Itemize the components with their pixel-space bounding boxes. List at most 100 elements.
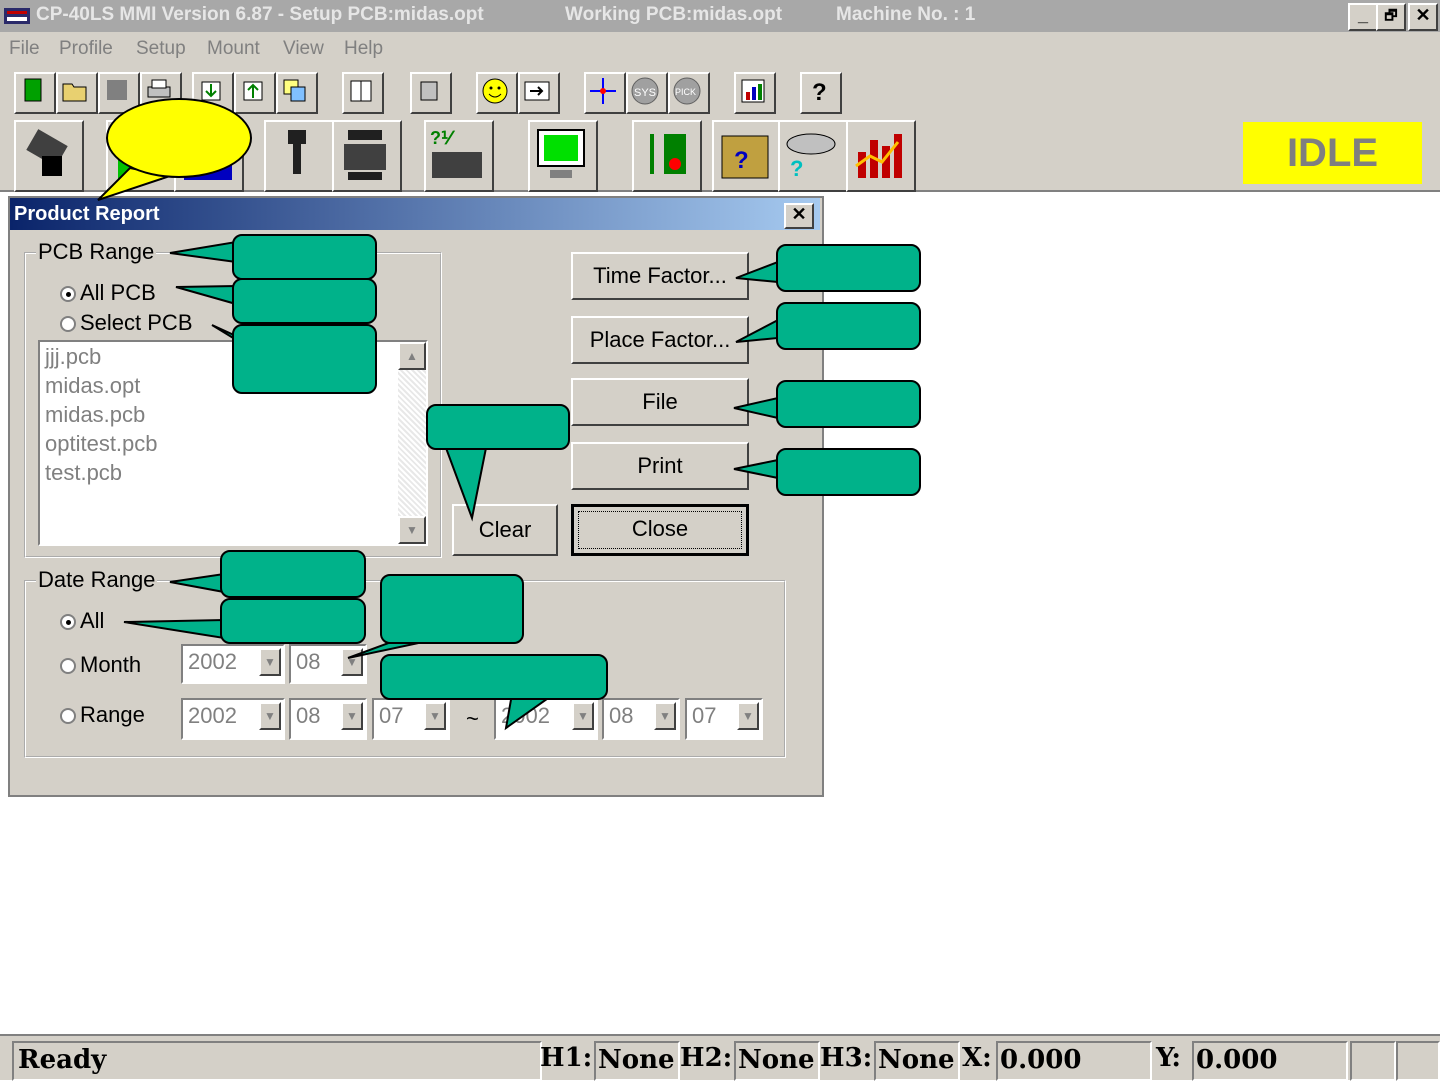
dialog-close-icon[interactable]: ✕ <box>784 203 814 229</box>
window-close-button[interactable]: ✕ <box>1408 3 1438 31</box>
list-item[interactable]: midas.opt <box>45 373 140 399</box>
dropdown-arrow-icon[interactable]: ▼ <box>424 702 446 730</box>
chart-report-icon <box>741 79 765 103</box>
h3-value: None <box>874 1041 960 1081</box>
date-all-label: All <box>80 608 105 633</box>
range-to-day-select[interactable]: 07 ▼ <box>685 698 763 740</box>
parts-library-button[interactable]: ? <box>712 120 782 192</box>
h2-label: H2: <box>680 1043 733 1073</box>
dropdown-arrow-icon[interactable]: ▼ <box>572 702 594 730</box>
title-bar: CP-40LS MMI Version 6.87 - Setup PCB:mid… <box>0 0 1440 32</box>
origin-button[interactable] <box>584 72 626 114</box>
open-file-button[interactable] <box>56 72 98 114</box>
feeder-query-button[interactable]: ? <box>778 120 848 192</box>
radio-checked-icon <box>60 614 76 631</box>
upload-button[interactable] <box>234 72 276 114</box>
range-to-year-value: 2002 <box>501 703 550 728</box>
menu-profile[interactable]: Profile <box>59 38 113 60</box>
range-from-month-select[interactable]: 08 ▼ <box>289 698 367 740</box>
dropdown-arrow-icon[interactable]: ▼ <box>341 702 363 730</box>
dropdown-arrow-icon[interactable]: ▼ <box>341 648 363 676</box>
list-scrollbar[interactable]: ▲ ▼ <box>398 342 426 544</box>
all-pcb-radio[interactable]: All PCB <box>60 280 156 306</box>
dropdown-arrow-icon[interactable]: ▼ <box>259 702 281 730</box>
menu-setup[interactable]: Setup <box>136 38 186 60</box>
callout-select-pcb <box>232 324 377 394</box>
close-button[interactable]: Close <box>571 504 749 556</box>
scroll-up-icon[interactable]: ▲ <box>398 342 426 370</box>
open-folder-icon <box>62 83 87 102</box>
select-pcb-radio[interactable]: Select PCB <box>60 310 193 336</box>
statistics-button[interactable] <box>846 120 916 192</box>
clear-button[interactable]: Clear <box>452 504 558 556</box>
component-button[interactable] <box>14 120 84 192</box>
range-to-month-select[interactable]: 08 ▼ <box>602 698 680 740</box>
smiley-button[interactable] <box>476 72 518 114</box>
print-button[interactable]: Print <box>571 442 749 490</box>
sys-icon: SYS <box>631 77 659 105</box>
h3-label: H3: <box>820 1043 873 1073</box>
minimize-button[interactable]: _ <box>1348 3 1378 31</box>
svg-text:?: ? <box>734 147 749 174</box>
file-button[interactable]: File <box>571 378 749 426</box>
monitor-button[interactable] <box>528 120 598 192</box>
menu-view[interactable]: View <box>283 38 324 60</box>
month-year-select[interactable]: 2002 ▼ <box>181 644 285 684</box>
range-from-year-select[interactable]: 2002 ▼ <box>181 698 285 740</box>
range-from-day-select[interactable]: 07 ▼ <box>372 698 450 740</box>
date-all-radio[interactable]: All <box>60 608 104 634</box>
date-range-label: Date Range <box>36 567 158 593</box>
place-factor-button[interactable]: Place Factor... <box>571 316 749 364</box>
report-button[interactable] <box>734 72 776 114</box>
h1-label: H1: <box>540 1043 593 1073</box>
range-to-year-select[interactable]: 2002 ▼ <box>494 698 598 740</box>
crosshair-icon <box>590 78 616 104</box>
radio-unchecked-icon <box>60 316 76 333</box>
list-item[interactable]: test.pcb <box>45 460 122 486</box>
menu-file[interactable]: File <box>9 38 40 60</box>
list-item[interactable]: jjj.pcb <box>45 344 101 370</box>
status-text: Ready <box>12 1041 542 1081</box>
pick-icon: PICK <box>673 77 701 105</box>
copy-button[interactable] <box>276 72 318 114</box>
tool-button[interactable] <box>410 72 452 114</box>
range-separator: ~ <box>466 706 479 731</box>
month-month-value: 08 <box>296 649 321 674</box>
dropdown-arrow-icon[interactable]: ▼ <box>737 702 759 730</box>
all-pcb-label: All PCB <box>80 280 156 305</box>
time-factor-button[interactable]: Time Factor... <box>571 252 749 300</box>
working-pcb-label: Working PCB:midas.opt <box>565 4 783 25</box>
new-file-button[interactable] <box>14 72 56 114</box>
range-from-year-value: 2002 <box>188 703 237 728</box>
nozzle-button[interactable] <box>264 120 334 192</box>
parts-box-icon: ? <box>721 135 769 179</box>
svg-text:SYS: SYS <box>634 87 656 99</box>
help-button[interactable]: ? <box>800 72 842 114</box>
h1-value: None <box>594 1041 680 1081</box>
range-to-month-value: 08 <box>609 703 634 728</box>
scroll-down-icon[interactable]: ▼ <box>398 516 426 544</box>
list-item[interactable]: midas.pcb <box>45 402 145 428</box>
head-icon <box>344 130 386 180</box>
date-month-radio[interactable]: Month <box>60 652 141 678</box>
menu-help[interactable]: Help <box>344 38 383 60</box>
callout-file <box>776 380 921 428</box>
pick-button[interactable]: PICK <box>668 72 710 114</box>
io-button[interactable] <box>632 120 702 192</box>
maximize-button[interactable]: 🗗 <box>1376 3 1406 31</box>
list-item[interactable]: optitest.pcb <box>45 431 158 457</box>
date-range-radio[interactable]: Range <box>60 702 145 728</box>
system-button[interactable]: SYS <box>626 72 668 114</box>
x-label: X: <box>962 1043 992 1073</box>
exit-button[interactable] <box>518 72 560 114</box>
keypad-button[interactable]: ?⅟ <box>424 120 494 192</box>
book-button[interactable] <box>342 72 384 114</box>
head-button[interactable] <box>332 120 402 192</box>
dropdown-arrow-icon[interactable]: ▼ <box>259 648 281 676</box>
dropdown-arrow-icon[interactable]: ▼ <box>654 702 676 730</box>
menu-mount[interactable]: Mount <box>207 38 260 60</box>
callout-date-range <box>220 550 366 598</box>
dialog-title-bar: Product Report ✕ <box>10 198 820 230</box>
machine-number-label: Machine No. : 1 <box>836 4 976 25</box>
month-month-select[interactable]: 08 ▼ <box>289 644 367 684</box>
